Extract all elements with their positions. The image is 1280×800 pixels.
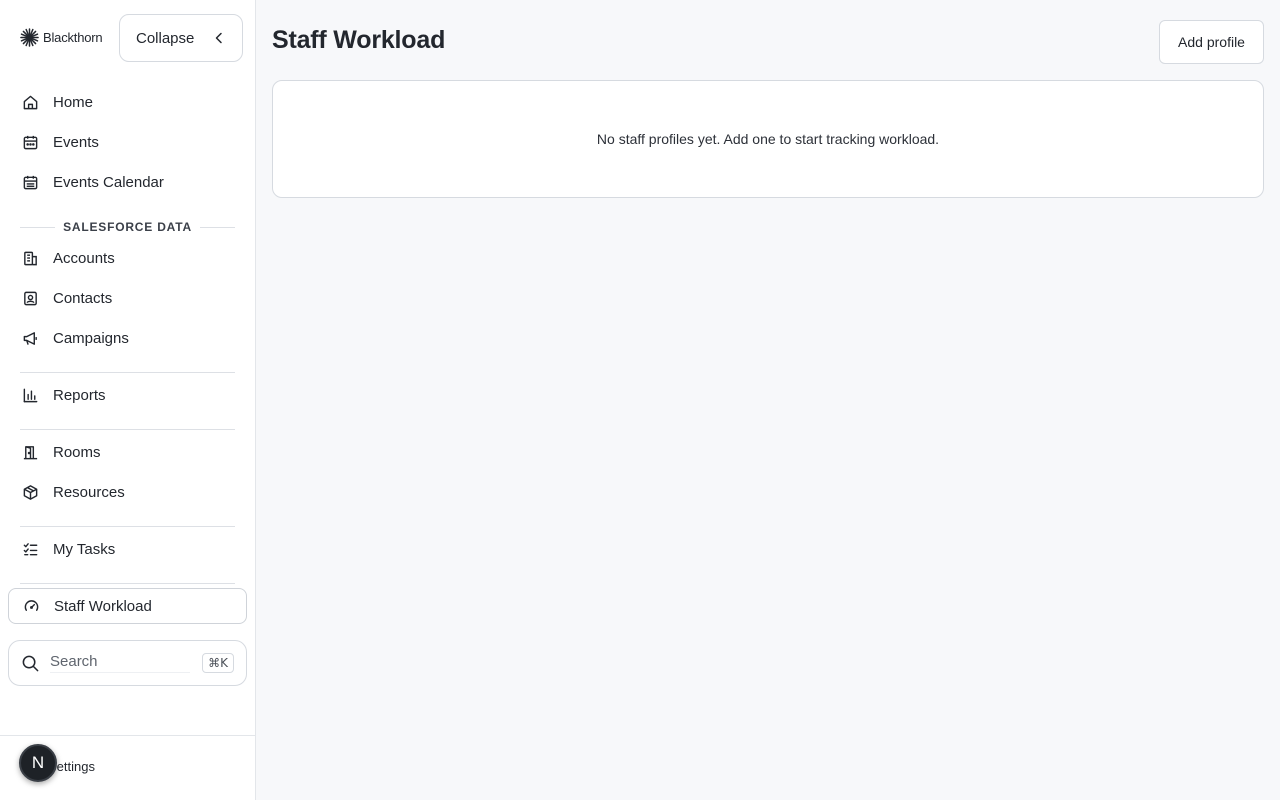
- task-list-icon: [23, 542, 38, 555]
- sidebar-item-label: Rooms: [53, 443, 101, 461]
- sidebar-item-home[interactable]: Home: [8, 84, 247, 120]
- sidebar: Blackthorn Collapse Home Events Events C…: [0, 0, 256, 800]
- bar-chart-icon: [23, 388, 38, 402]
- sidebar-item-staff-workload[interactable]: Staff Workload: [8, 588, 247, 624]
- blackthorn-logo-icon: [20, 28, 39, 47]
- sidebar-divider: [20, 526, 235, 527]
- sidebar-item-resources[interactable]: Resources: [8, 474, 247, 510]
- sidebar-item-events[interactable]: Events: [8, 124, 247, 160]
- search-shortcut-badge: ⌘K: [202, 653, 234, 673]
- home-icon: [23, 95, 38, 109]
- gauge-icon: [24, 599, 39, 611]
- sidebar-item-reports[interactable]: Reports: [8, 377, 247, 413]
- sidebar-item-my-tasks[interactable]: My Tasks: [8, 531, 247, 567]
- search-input[interactable]: [50, 653, 190, 673]
- main-content: Staff Workload Add profile No staff prof…: [256, 0, 1280, 800]
- sidebar-header: Blackthorn Collapse: [0, 0, 255, 76]
- sidebar-item-label: Events: [53, 133, 99, 151]
- sidebar-item-accounts[interactable]: Accounts: [8, 240, 247, 276]
- sidebar-divider: [20, 583, 235, 584]
- avatar-initial: N: [31, 753, 45, 772]
- empty-state-message: No staff profiles yet. Add one to start …: [596, 131, 940, 147]
- user-avatar[interactable]: N: [19, 744, 57, 782]
- door-icon: [23, 445, 38, 459]
- calendar-icon: [23, 135, 38, 149]
- section-salesforce-data: SALESFORCE DATA: [20, 220, 236, 234]
- sidebar-item-label: Home: [53, 93, 94, 111]
- sidebar-footer: Settings N: [0, 735, 255, 800]
- building-icon: [24, 251, 37, 265]
- search-icon: [22, 655, 39, 671]
- sidebar-item-label: Contacts: [53, 289, 113, 307]
- sidebar-item-rooms[interactable]: Rooms: [8, 434, 247, 470]
- search-box[interactable]: ⌘K: [8, 640, 247, 686]
- sidebar-item-contacts[interactable]: Contacts: [8, 280, 247, 316]
- app-root: Blackthorn Collapse Home Events Events C…: [0, 0, 1280, 800]
- collapse-sidebar-button[interactable]: Collapse: [119, 14, 243, 62]
- sidebar-item-label: Reports: [53, 386, 106, 404]
- section-divider-left: [20, 226, 56, 228]
- sidebar-item-label: Campaigns: [53, 329, 129, 347]
- brand-logo[interactable]: Blackthorn: [20, 28, 103, 47]
- brand-name: Blackthorn: [43, 30, 103, 45]
- contact-card-icon: [24, 291, 37, 305]
- sidebar-item-events-calendar[interactable]: Events Calendar: [8, 164, 247, 200]
- sidebar-item-campaigns[interactable]: Campaigns: [8, 320, 247, 356]
- sidebar-divider: [20, 429, 235, 430]
- calendar-grid-icon: [23, 175, 38, 189]
- chevron-left-icon: [215, 32, 222, 44]
- section-divider-right: [199, 226, 236, 228]
- collapse-label: Collapse: [136, 29, 195, 47]
- package-icon: [23, 484, 38, 500]
- megaphone-icon: [23, 331, 37, 345]
- sidebar-item-label: Staff Workload: [54, 597, 152, 615]
- sidebar-item-label: Accounts: [53, 249, 115, 267]
- section-label: SALESFORCE DATA: [63, 220, 192, 234]
- sidebar-item-label: My Tasks: [53, 540, 116, 558]
- add-profile-button[interactable]: Add profile: [1159, 20, 1264, 64]
- sidebar-item-label: Events Calendar: [53, 173, 164, 191]
- sidebar-item-label: Resources: [53, 483, 125, 501]
- empty-state-card: No staff profiles yet. Add one to start …: [272, 80, 1264, 198]
- sidebar-divider: [20, 372, 235, 373]
- page-title: Staff Workload: [272, 26, 446, 54]
